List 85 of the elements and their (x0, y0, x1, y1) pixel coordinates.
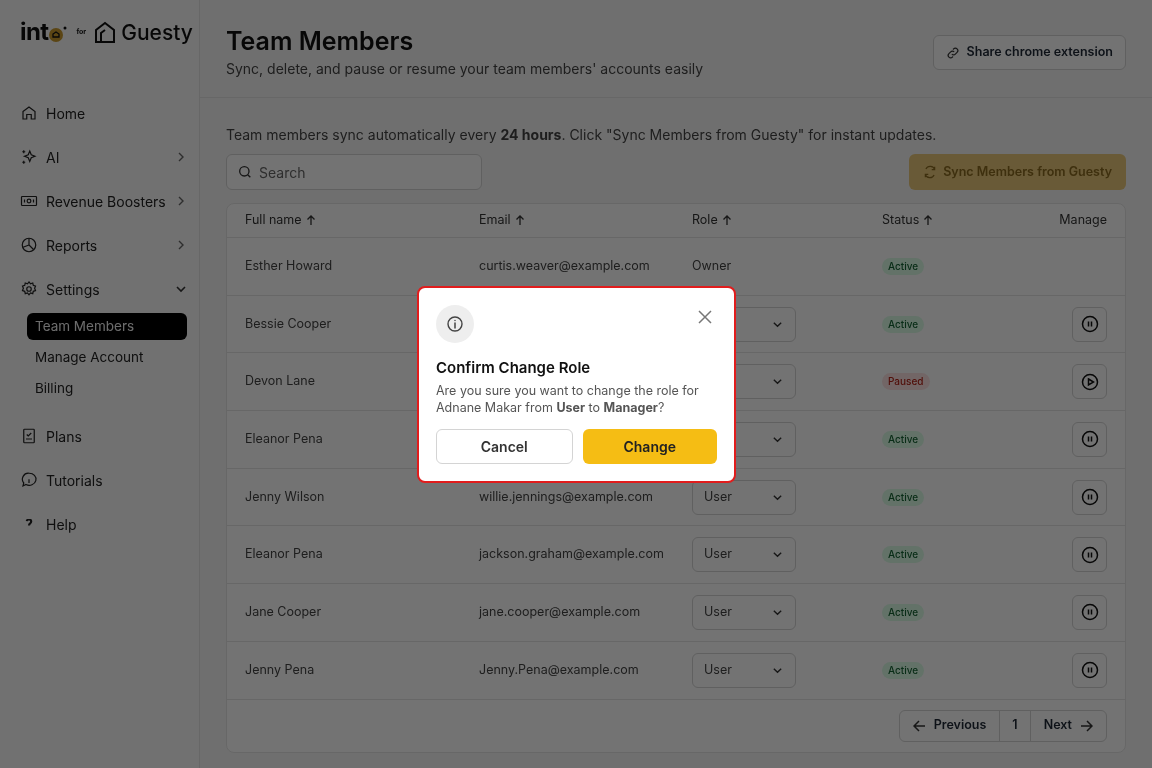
column-header[interactable]: Email (479, 211, 511, 230)
pause-button[interactable] (1072, 652, 1107, 688)
table-cell: Jane Cooper (245, 603, 322, 622)
nav-item[interactable]: Settings (20, 279, 187, 299)
role-select[interactable]: User (692, 652, 796, 688)
refresh-icon (923, 165, 938, 179)
table-cell-text: Eleanor Pena (245, 545, 323, 564)
pie-chart-icon (20, 236, 38, 254)
column-header[interactable]: Role (692, 211, 718, 230)
play-icon (1080, 372, 1099, 391)
page-title: Team Members (226, 26, 415, 56)
change-button[interactable]: Change (582, 428, 717, 464)
cancel-button[interactable]: Cancel (436, 428, 573, 464)
status-badge: Active (882, 546, 925, 564)
role-select[interactable]: User (692, 537, 796, 573)
share-button[interactable]: Share chrome extension (932, 35, 1126, 70)
nav-item[interactable]: Revenue Boosters (20, 191, 187, 211)
nav-item[interactable]: Help (20, 514, 187, 534)
status-badge: Active (882, 603, 925, 621)
status-badge: Active (882, 315, 925, 333)
pause-icon (1080, 488, 1099, 507)
sync-notice: Team members sync automatically every 24 hours. Click "Sync Members from Guesty" for instant updates. (226, 125, 938, 144)
column-header[interactable]: Full name (245, 211, 302, 230)
close-icon[interactable] (698, 310, 712, 324)
submenu-item[interactable]: Team Members (27, 313, 187, 340)
pause-icon (1080, 430, 1099, 449)
pause-icon (1080, 545, 1099, 564)
page-subtitle: Sync, delete, and pause or resume your team members' accounts easily (226, 59, 704, 79)
checklist-icon (20, 427, 38, 445)
pause-button[interactable] (1072, 479, 1107, 515)
arrow-left-icon (912, 719, 926, 732)
status-badge: Active (882, 430, 925, 448)
table-cell-text: jackson.graham@example.com (479, 545, 664, 564)
nav-item[interactable]: Home (20, 103, 187, 123)
table-cell-text: Bessie Cooper (245, 314, 332, 333)
pause-button[interactable] (1072, 594, 1107, 630)
previous-button[interactable]: Previous (899, 710, 1001, 741)
house-badge-icon (48, 25, 69, 43)
info-bubble-icon (20, 471, 38, 489)
table-cell-text: Jenny.Pena@example.com (479, 660, 639, 679)
pause-button[interactable] (1072, 537, 1107, 573)
submenu-item[interactable]: Manage Account (27, 344, 187, 371)
pause-button[interactable] (1072, 421, 1107, 457)
table-cell-text: Jenny Pena (245, 660, 315, 679)
table-cell: jane.cooper@example.com (479, 603, 641, 622)
column-header[interactable]: Manage (1059, 211, 1107, 230)
status-badge: Active (882, 257, 925, 275)
submenu-item[interactable]: Billing (27, 375, 187, 402)
pause-icon (1080, 315, 1099, 334)
pause-button[interactable] (1072, 306, 1107, 342)
info-icon (436, 305, 474, 343)
table-cell-text: Owner (692, 256, 732, 275)
role-select[interactable]: User (692, 594, 796, 630)
pause-icon (1080, 603, 1099, 622)
search-field[interactable]: Search (226, 154, 482, 190)
search-icon (237, 164, 253, 180)
resume-button[interactable] (1072, 364, 1107, 400)
table-cell-text: Esther Howard (245, 256, 333, 275)
table-cell: Eleanor Pena (245, 430, 323, 449)
status-badge: Paused (882, 373, 930, 391)
house-icon (94, 21, 117, 43)
arrow-right-icon (1080, 719, 1093, 732)
role-select[interactable]: User (692, 479, 796, 515)
home-icon (20, 104, 38, 122)
partner-logo-text: Guesty (121, 21, 193, 43)
column-header[interactable]: Status (882, 211, 920, 230)
status-badge: Active (882, 488, 925, 506)
logo-wordmark: int (20, 20, 49, 44)
table-cell-text: willie.jennings@example.com (479, 487, 654, 506)
link-icon (945, 45, 960, 60)
next-button[interactable]: Next (1030, 710, 1106, 741)
nav-item[interactable]: AI (20, 147, 187, 167)
status-badge: Active (882, 661, 925, 679)
nav-item[interactable]: Reports (20, 235, 187, 255)
dialog-message: Are you sure you want to change the role for Adnane Makar from User to Manager? (436, 381, 700, 416)
sparkle-icon (20, 148, 38, 166)
table-cell-text: curtis.weaver@example.com (479, 256, 650, 275)
nav-item[interactable]: Plans (20, 426, 187, 446)
table-cell-text: Devon Lane (245, 372, 315, 391)
nav-item[interactable]: Tutorials (20, 470, 187, 490)
pause-icon (1080, 661, 1099, 680)
settings-icon (20, 280, 38, 298)
table-cell-text: Jenny Wilson (245, 487, 325, 506)
dialog-title: Confirm Change Role (436, 357, 592, 379)
page-button[interactable]: 1 (1000, 710, 1031, 741)
